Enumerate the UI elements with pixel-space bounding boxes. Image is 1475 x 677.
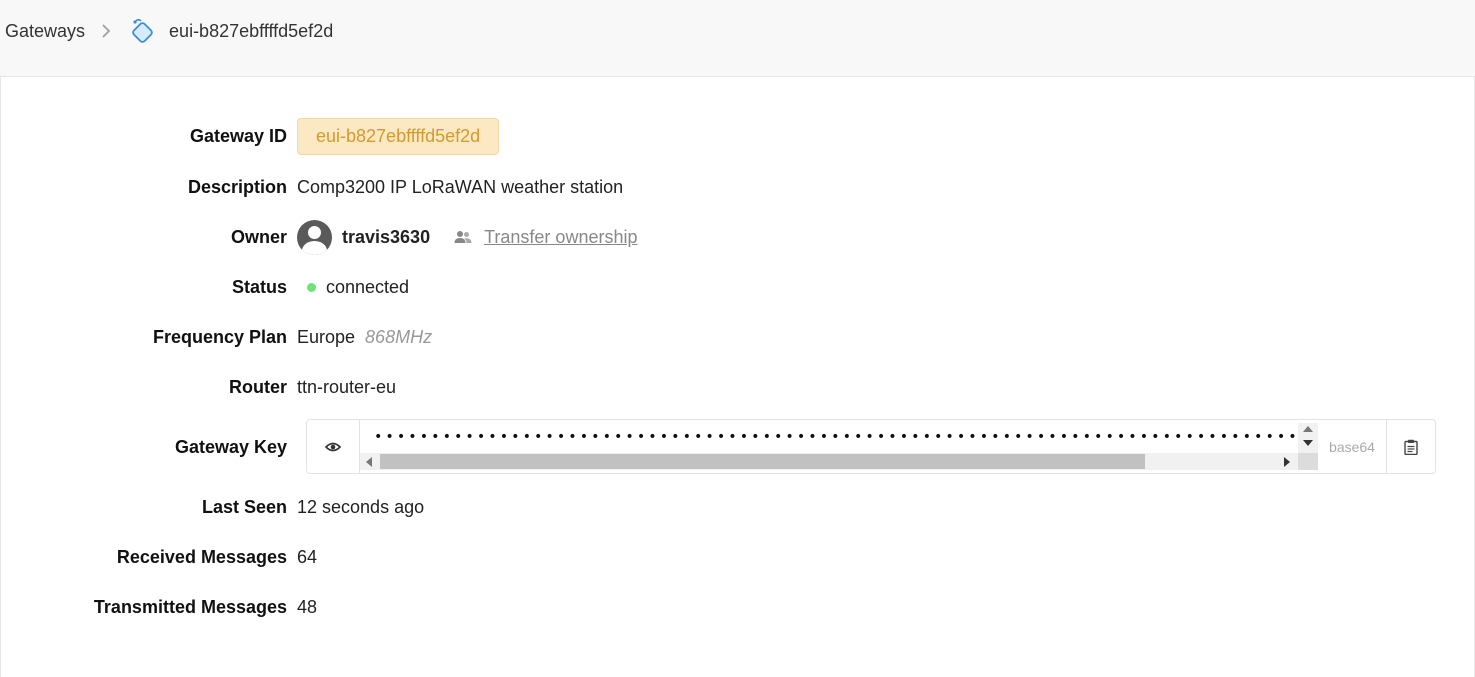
status-row: Status connected xyxy=(1,267,1475,307)
gateway-id-row: Gateway ID eui-b827ebffffd5ef2d xyxy=(1,116,1475,156)
breadcrumb-current: eui-b827ebffffd5ef2d xyxy=(169,20,334,41)
breadcrumb-bar: Gateways eui-b827ebffffd5ef2d xyxy=(0,0,1475,63)
header-divider xyxy=(0,62,1475,77)
gateway-key-masked-value: ••••••••••••••••••••••••••••••••••••••••… xyxy=(374,430,1299,445)
gateway-id-badge[interactable]: eui-b827ebffffd5ef2d xyxy=(297,117,500,155)
status-indicator-icon xyxy=(307,282,316,292)
frequency-plan-region: Europe xyxy=(297,326,356,347)
received-messages-value: 64 xyxy=(297,546,318,567)
frequency-plan-row: Frequency Plan Europe 868MHz xyxy=(1,317,1475,357)
transmitted-messages-value: 48 xyxy=(297,596,318,617)
copy-key-button[interactable] xyxy=(1387,420,1435,473)
reveal-key-button[interactable] xyxy=(307,420,360,473)
transfer-ownership-label: Transfer ownership xyxy=(484,226,638,247)
received-messages-row: Received Messages 64 xyxy=(1,537,1475,577)
scroll-left-icon[interactable] xyxy=(366,457,372,467)
gateway-icon xyxy=(129,16,157,46)
owner-label: Owner xyxy=(230,226,287,247)
transmitted-messages-label: Transmitted Messages xyxy=(93,596,287,617)
last-seen-row: Last Seen 12 seconds ago xyxy=(1,487,1475,527)
chevron-right-icon xyxy=(101,24,111,38)
clipboard-icon xyxy=(1404,439,1418,455)
description-row: Description Comp3200 IP LoRaWAN weather … xyxy=(1,167,1475,207)
gateway-details-panel: Gateway ID eui-b827ebffffd5ef2d Descript… xyxy=(0,77,1475,677)
last-seen-label: Last Seen xyxy=(201,496,287,517)
vertical-scrollbar[interactable] xyxy=(1298,423,1318,453)
description-label: Description xyxy=(187,176,287,197)
users-icon xyxy=(454,231,472,243)
frequency-plan-label: Frequency Plan xyxy=(152,326,287,347)
owner-username: travis3630 xyxy=(342,226,431,247)
gateway-key-field: ••••••••••••••••••••••••••••••••••••••••… xyxy=(306,419,1436,474)
router-row: Router ttn-router-eu xyxy=(1,367,1475,407)
received-messages-label: Received Messages xyxy=(116,546,287,567)
gateway-id-label: Gateway ID xyxy=(189,125,287,146)
user-avatar-icon xyxy=(297,219,332,255)
owner-row: Owner travis3630 Transfer ownership xyxy=(1,217,1475,257)
status-label: Status xyxy=(231,276,287,297)
horizontal-scrollbar-thumb[interactable] xyxy=(380,454,1145,469)
transfer-ownership-link[interactable]: Transfer ownership xyxy=(454,227,637,248)
horizontal-scrollbar[interactable] xyxy=(360,453,1298,470)
scroll-right-icon[interactable] xyxy=(1284,457,1290,467)
last-seen-value: 12 seconds ago xyxy=(297,496,425,517)
scroll-down-icon[interactable] xyxy=(1303,440,1313,446)
scrollbar-corner xyxy=(1298,453,1318,470)
eye-icon xyxy=(325,442,341,451)
router-label: Router xyxy=(229,376,287,397)
gateway-key-textarea[interactable]: ••••••••••••••••••••••••••••••••••••••••… xyxy=(360,420,1318,473)
frequency-plan-band: 868MHz xyxy=(365,326,433,347)
key-encoding-label: base64 xyxy=(1318,420,1387,473)
breadcrumb-gateways-link[interactable]: Gateways xyxy=(5,21,85,42)
gateway-key-field-wrapper: ••••••••••••••••••••••••••••••••••••••••… xyxy=(1,419,1475,474)
status-value: connected xyxy=(326,276,410,297)
transmitted-messages-row: Transmitted Messages 48 xyxy=(1,587,1475,627)
router-value: ttn-router-eu xyxy=(297,376,397,397)
scroll-up-icon[interactable] xyxy=(1303,426,1313,432)
description-value: Comp3200 IP LoRaWAN weather station xyxy=(297,176,624,197)
